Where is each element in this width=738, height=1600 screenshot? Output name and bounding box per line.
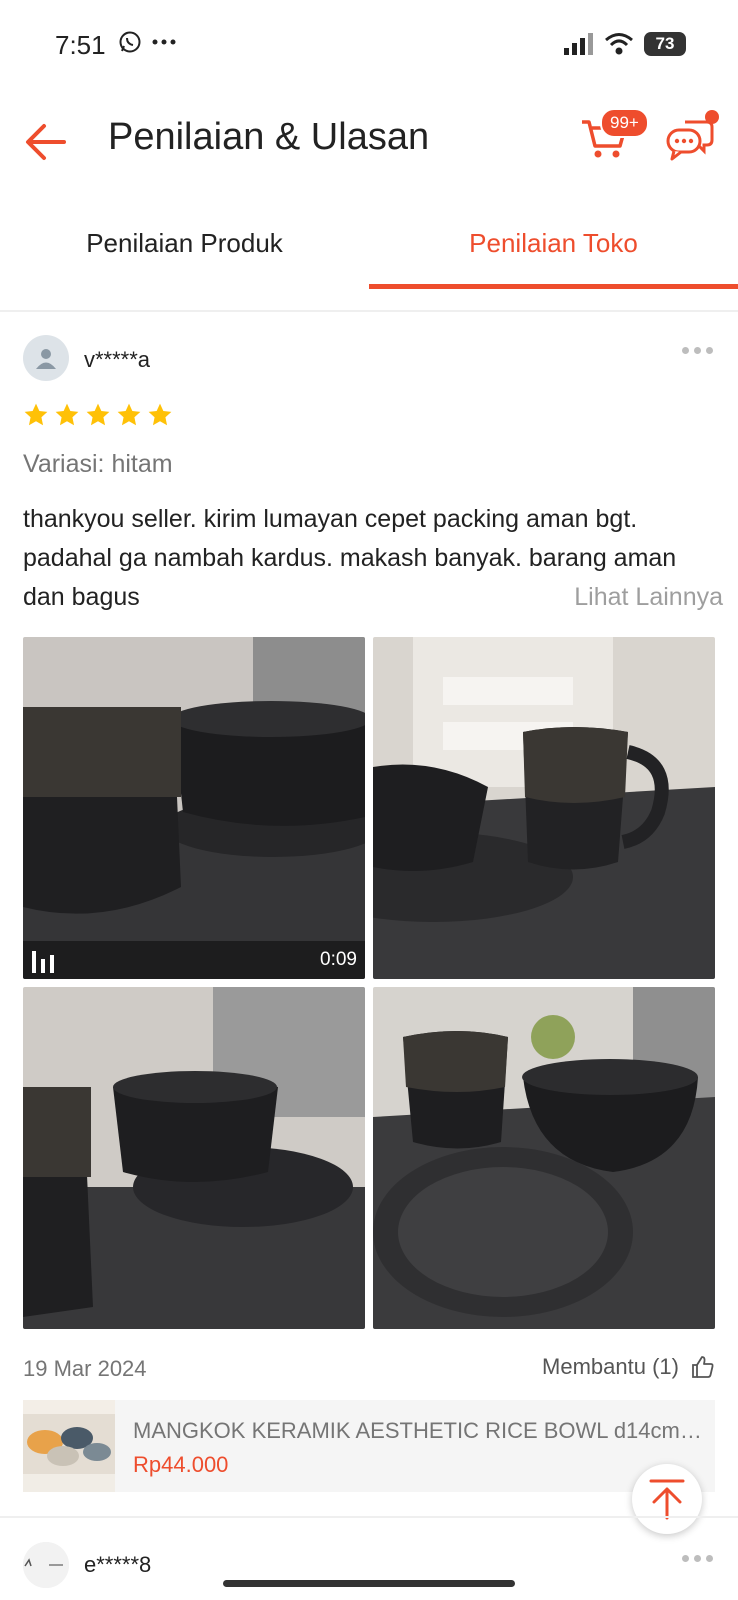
video-overlay [23,941,365,979]
signal-icon [564,33,593,55]
chat-icon [666,120,714,161]
scroll-to-top-button[interactable] [632,1464,702,1534]
star-icon [148,403,172,426]
avatar[interactable] [23,335,69,381]
status-system-icons: 73 [564,32,686,56]
battery-indicator: 73 [644,32,686,56]
status-notifications [118,30,176,54]
helpful-button[interactable]: Membantu (1) [542,1354,715,1380]
star-icon [117,403,141,426]
page-title: Penilaian & Ulasan [108,116,430,158]
helpful-label: Membantu (1) [542,1354,679,1379]
more-notifications-icon [152,39,176,45]
home-indicator[interactable] [223,1580,515,1587]
rating-stars [23,402,173,428]
video-duration: 0:09 [320,949,357,970]
status-time: 7:51 [55,30,106,60]
tab-penilaian-produk[interactable]: Penilaian Produk [0,196,369,290]
more-options-button[interactable] [682,1548,722,1568]
product-name: MANGKOK KERAMIK AESTHETIC RICE BOWL d14c… [133,1418,703,1443]
product-card[interactable]: MANGKOK KERAMIK AESTHETIC RICE BOWL d14c… [23,1400,715,1492]
active-tab-indicator [369,284,738,289]
arrow-left-icon [26,124,66,160]
review-date: 19 Mar 2024 [23,1356,147,1381]
cart-badge: 99+ [600,108,649,138]
back-button[interactable] [22,118,70,166]
thumbs-up-icon [692,1356,714,1378]
review-photo[interactable] [23,987,365,1329]
ceramic-set-photo [373,637,715,979]
wifi-icon [605,33,633,55]
ceramic-set-photo [23,637,365,979]
product-thumbnail [23,1400,115,1492]
review-photo[interactable] [373,987,715,1329]
chat-button[interactable] [665,110,721,174]
variation-label: Variasi: hitam [23,450,173,478]
app-header: Penilaian & Ulasan 99+ [0,92,738,192]
arrow-up-icon [649,1479,685,1520]
status-bar: 7:51 73 [0,0,738,92]
divider [0,310,738,312]
rice-bowl-photo [23,1400,115,1492]
reviewer-name[interactable]: v*****a [84,347,150,373]
cart-button[interactable]: 99+ [580,108,649,170]
chat-notification-dot [705,110,719,124]
tab-bar: Penilaian Produk Penilaian Toko [0,196,738,290]
reviewer-name[interactable]: e*****8 [84,1552,151,1578]
ceramic-set-photo [373,987,715,1329]
user-icon [36,349,56,369]
review-video-thumbnail[interactable]: 0:09 [23,637,365,979]
product-price: Rp44.000 [133,1452,229,1477]
more-options-button[interactable] [682,340,722,360]
star-icon [55,403,79,426]
tab-penilaian-toko[interactable]: Penilaian Toko [369,196,738,290]
avatar[interactable] [23,1542,69,1588]
review-photo[interactable] [373,637,715,979]
star-icon [86,403,110,426]
see-more-link[interactable]: Lihat Lainnya [574,583,723,612]
video-icon [32,951,54,973]
ceramic-set-photo [23,987,365,1329]
avatar-image [23,1542,69,1588]
divider [0,1516,738,1518]
whatsapp-icon [119,31,141,53]
star-icon [24,403,48,426]
